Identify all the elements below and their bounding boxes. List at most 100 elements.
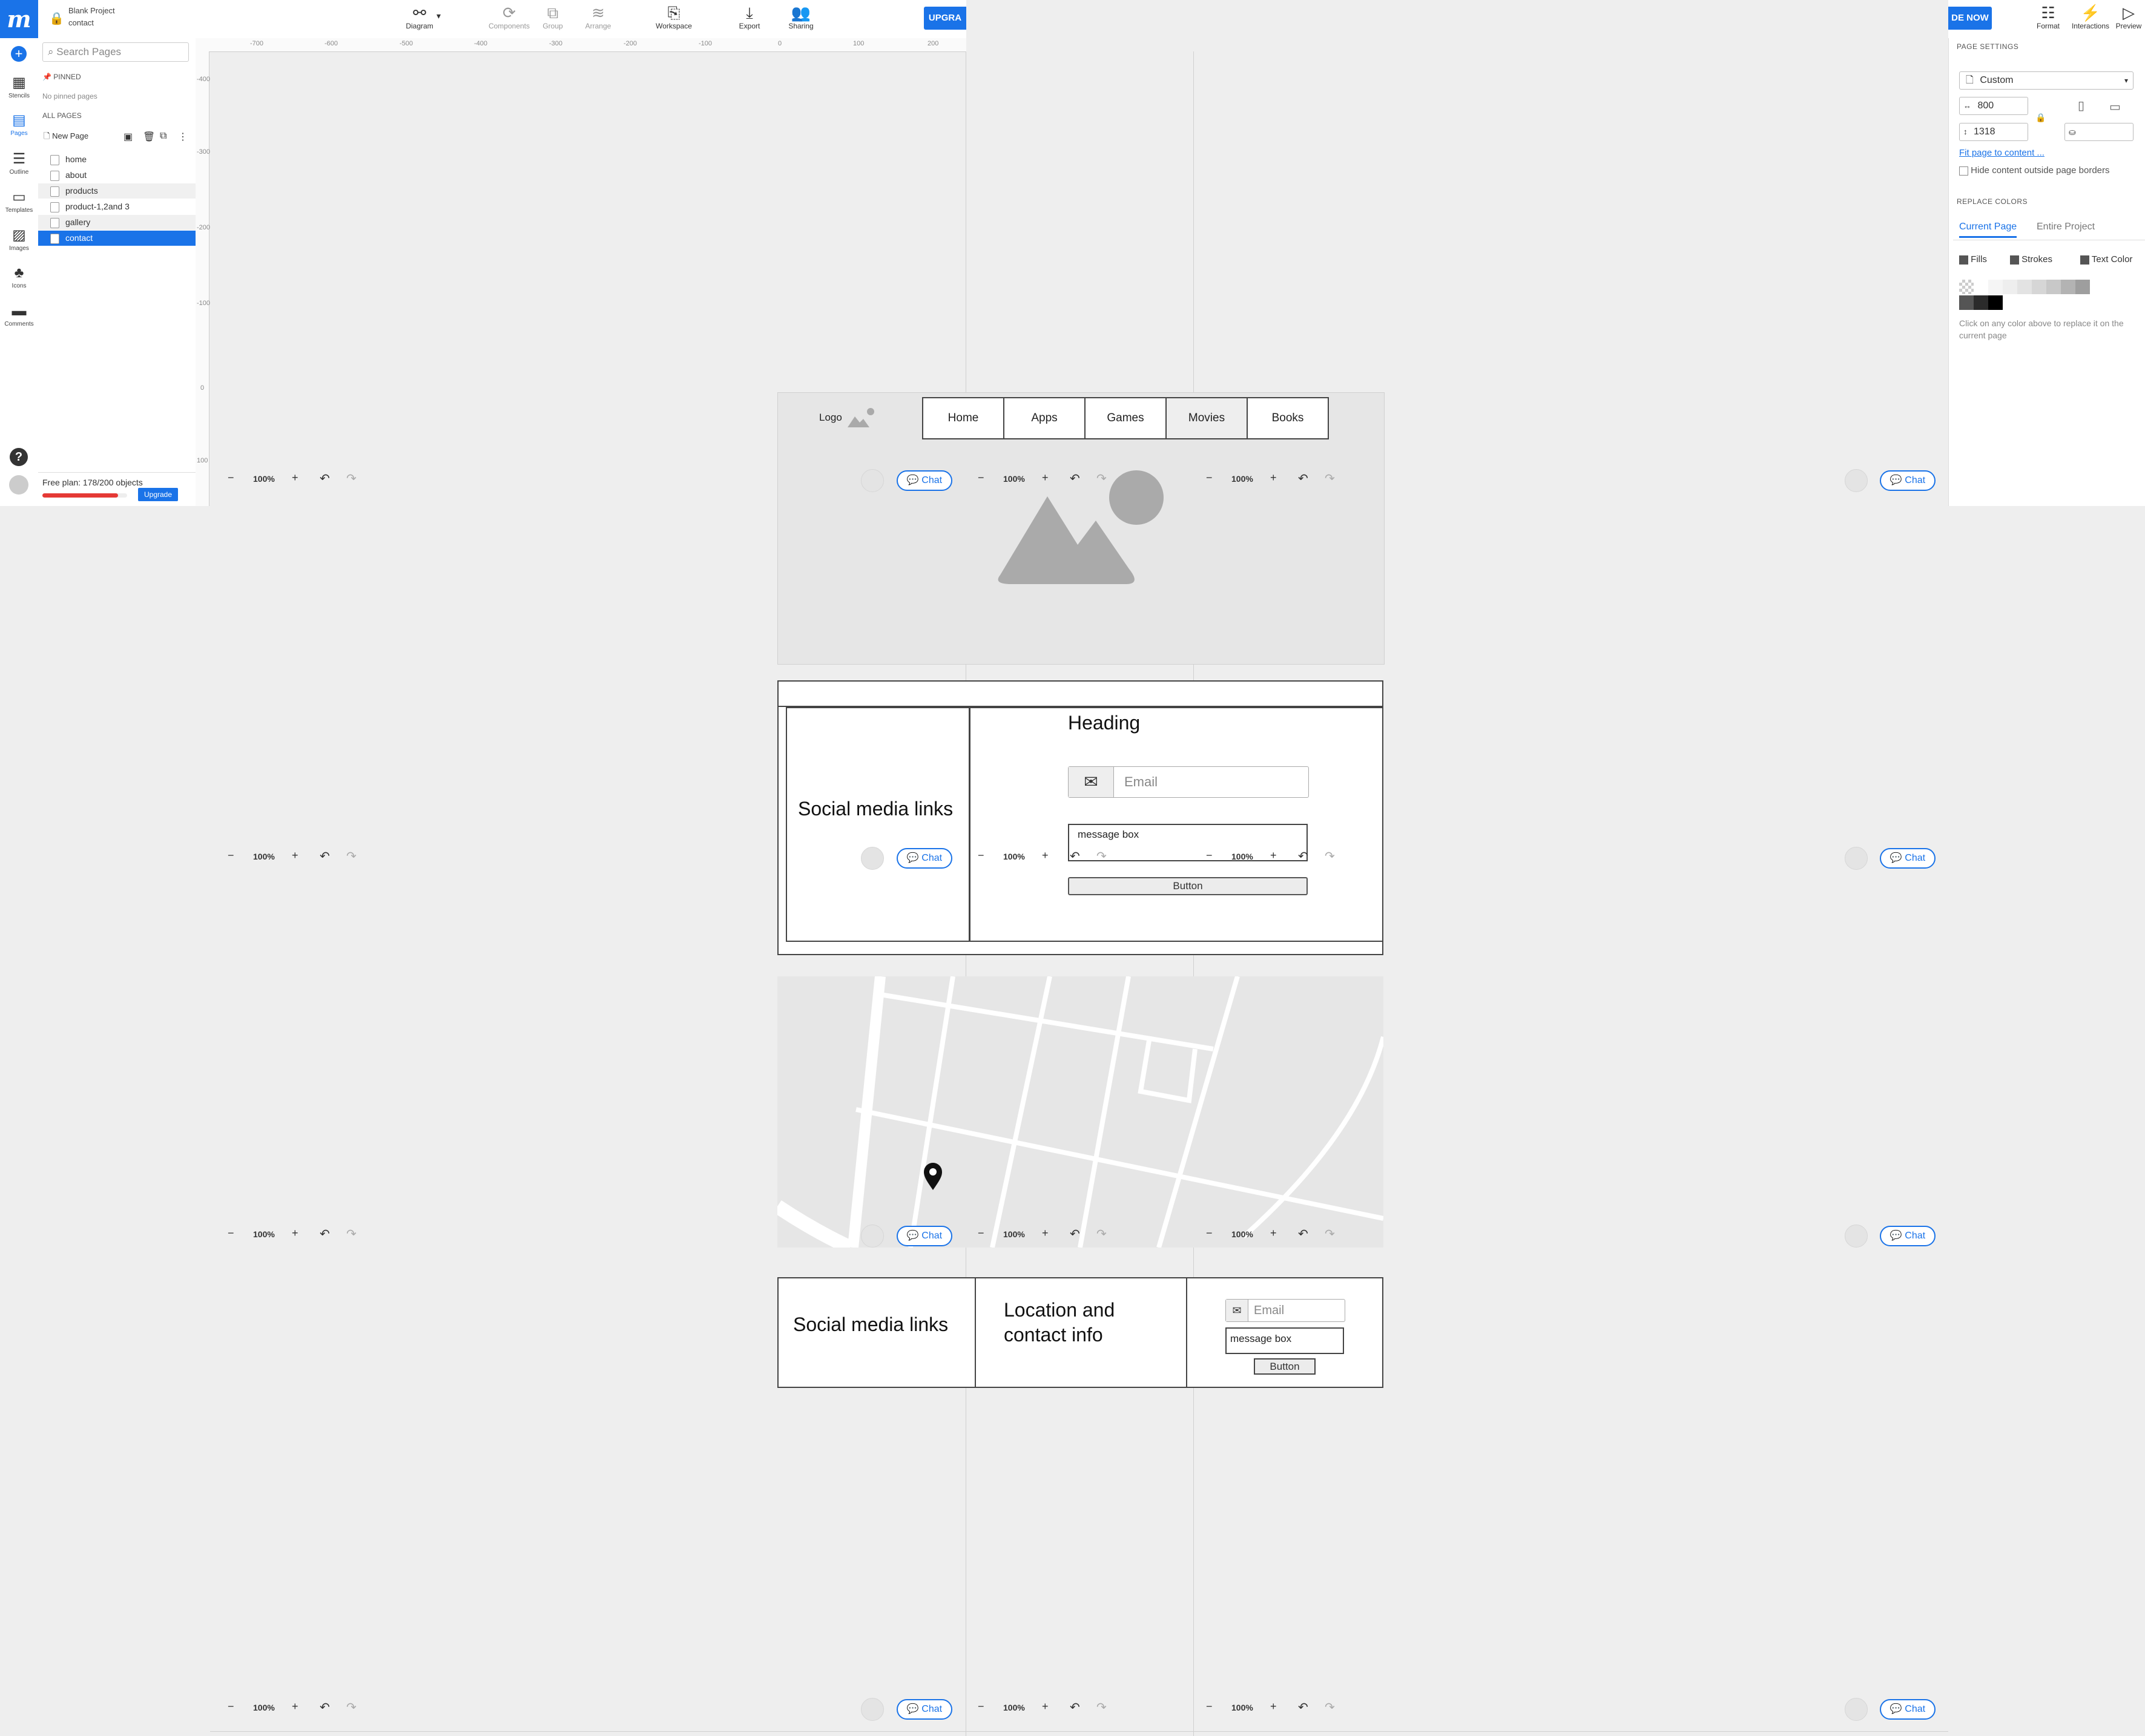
moqups-logo[interactable]: m bbox=[0, 0, 38, 38]
chat-button[interactable]: 💬 Chat bbox=[897, 470, 952, 491]
avatar[interactable] bbox=[1845, 1698, 1868, 1721]
undo-icon[interactable]: ↶ bbox=[1070, 1700, 1080, 1715]
avatar[interactable] bbox=[1845, 847, 1868, 870]
nav-books[interactable]: Books bbox=[1247, 397, 1329, 439]
avatar[interactable] bbox=[1845, 469, 1868, 492]
redo-icon[interactable]: ↷ bbox=[1096, 471, 1107, 486]
workspace-button[interactable]: ⎘ Workspace bbox=[644, 4, 704, 30]
undo-icon[interactable]: ↶ bbox=[320, 849, 330, 864]
color-swatch[interactable] bbox=[2032, 280, 2046, 294]
hide-content-checkbox[interactable]: Hide content outside page borders bbox=[1959, 165, 2110, 176]
zoom-out-button[interactable]: − bbox=[978, 1227, 984, 1240]
zoom-out-button[interactable]: − bbox=[1206, 849, 1213, 862]
color-swatch[interactable] bbox=[1959, 295, 1974, 310]
zoom-out-button[interactable]: − bbox=[978, 849, 984, 862]
color-swatch[interactable] bbox=[2061, 280, 2075, 294]
rail-comments[interactable]: ▬ Comments bbox=[0, 303, 38, 328]
undo-icon[interactable]: ↶ bbox=[1070, 1226, 1080, 1241]
nav-games[interactable]: Games bbox=[1084, 397, 1167, 439]
redo-icon[interactable]: ↷ bbox=[1325, 1226, 1335, 1241]
color-swatch[interactable] bbox=[2017, 280, 2032, 294]
chevron-down-icon[interactable]: ▾ bbox=[437, 11, 441, 21]
upgrade-now-button-right[interactable]: DE NOW bbox=[1948, 7, 1992, 30]
redo-icon[interactable]: ↷ bbox=[1096, 1226, 1107, 1241]
logo-image-icon[interactable] bbox=[846, 406, 875, 430]
color-swatch[interactable] bbox=[2046, 280, 2061, 294]
components-button[interactable]: ⟳ Components bbox=[479, 4, 539, 30]
portrait-icon[interactable]: ▯ bbox=[2078, 98, 2084, 113]
zoom-out-button[interactable]: − bbox=[1206, 1227, 1213, 1240]
chat-button[interactable]: 💬 Chat bbox=[897, 848, 952, 869]
page-item-home[interactable]: home bbox=[38, 152, 196, 167]
redo-icon[interactable]: ↷ bbox=[346, 849, 357, 864]
rail-stencils[interactable]: ▦ Stencils bbox=[0, 75, 38, 100]
arrange-button[interactable]: ≋ Arrange bbox=[577, 4, 619, 30]
avatar[interactable] bbox=[1845, 1225, 1868, 1248]
user-avatar-icon[interactable] bbox=[9, 475, 28, 495]
search-pages-input[interactable]: ⌕ Search Pages bbox=[42, 42, 189, 62]
zoom-in-button[interactable]: + bbox=[1042, 1700, 1049, 1713]
zoom-out-button[interactable]: − bbox=[978, 1700, 984, 1713]
preview-button[interactable]: ▷ Preview bbox=[2110, 4, 2145, 30]
upgrade-now-button[interactable]: UPGRA bbox=[924, 7, 966, 30]
redo-icon[interactable]: ↷ bbox=[1325, 471, 1335, 486]
rail-images[interactable]: ▨ Images bbox=[0, 228, 38, 252]
map-pin-icon[interactable] bbox=[923, 1162, 943, 1191]
zoom-in-button[interactable]: + bbox=[1270, 472, 1277, 484]
avatar[interactable] bbox=[861, 1225, 884, 1248]
export-button[interactable]: ⤓ Export bbox=[728, 4, 771, 30]
footer-email-field[interactable]: ✉ Email bbox=[1225, 1299, 1345, 1322]
group-button[interactable]: ⧉ Group bbox=[535, 4, 571, 30]
transparent-swatch[interactable] bbox=[1959, 280, 1974, 294]
help-icon[interactable]: ? bbox=[10, 448, 28, 466]
lock-ratio-icon[interactable]: 🔒 bbox=[2035, 113, 2046, 123]
redo-icon[interactable]: ↷ bbox=[346, 1700, 357, 1715]
redo-icon[interactable]: ↷ bbox=[346, 471, 357, 486]
nav-apps[interactable]: Apps bbox=[1003, 397, 1086, 439]
nav-home[interactable]: Home bbox=[922, 397, 1004, 439]
logo-text[interactable]: Logo bbox=[819, 412, 842, 424]
undo-icon[interactable]: ↶ bbox=[1070, 849, 1080, 864]
chat-button[interactable]: 💬 Chat bbox=[1880, 1699, 1936, 1720]
rail-templates[interactable]: ▭ Templates bbox=[0, 189, 38, 214]
zoom-out-button[interactable]: − bbox=[1206, 472, 1213, 484]
zoom-in-button[interactable]: + bbox=[1042, 849, 1049, 862]
undo-icon[interactable]: ↶ bbox=[320, 1700, 330, 1715]
undo-icon[interactable]: ↶ bbox=[320, 471, 330, 486]
zoom-out-button[interactable]: − bbox=[228, 472, 234, 484]
sharing-button[interactable]: 👥 Sharing bbox=[774, 4, 828, 30]
upgrade-plan-button[interactable]: Upgrade bbox=[138, 488, 178, 501]
duplicate-icon[interactable]: ⧉ bbox=[160, 131, 166, 142]
fills-checkbox[interactable]: Fills bbox=[1959, 254, 1987, 265]
avatar[interactable] bbox=[861, 469, 884, 492]
color-swatch[interactable] bbox=[2003, 280, 2017, 294]
color-swatch[interactable] bbox=[2075, 280, 2090, 294]
rail-outline[interactable]: ☰ Outline bbox=[0, 151, 38, 176]
page-item-products[interactable]: products bbox=[38, 183, 196, 199]
zoom-in-button[interactable]: + bbox=[1270, 849, 1277, 862]
footer-social-links[interactable]: Social media links bbox=[793, 1314, 948, 1336]
color-swatch[interactable] bbox=[1988, 280, 2003, 294]
interactions-button[interactable]: ⚡ Interactions bbox=[2066, 4, 2115, 30]
redo-icon[interactable]: ↷ bbox=[1325, 1700, 1335, 1715]
lock-icon[interactable]: 🔒 bbox=[49, 11, 64, 26]
rail-icons[interactable]: ♣ Icons bbox=[0, 265, 38, 290]
page-fill-color[interactable]: ⛀ bbox=[2064, 123, 2133, 141]
color-swatch[interactable] bbox=[1988, 295, 2003, 310]
undo-icon[interactable]: ↶ bbox=[1298, 849, 1308, 864]
avatar[interactable] bbox=[861, 1698, 884, 1721]
social-links-text[interactable]: Social media links bbox=[798, 798, 953, 820]
zoom-out-button[interactable]: − bbox=[228, 1700, 234, 1713]
page-item-about[interactable]: about bbox=[38, 168, 196, 183]
undo-icon[interactable]: ↶ bbox=[1298, 1700, 1308, 1715]
zoom-in-button[interactable]: + bbox=[292, 1700, 298, 1713]
zoom-in-button[interactable]: + bbox=[1042, 1227, 1049, 1240]
redo-icon[interactable]: ↷ bbox=[346, 1226, 357, 1241]
footer-submit-button[interactable]: Button bbox=[1254, 1358, 1316, 1375]
more-icon[interactable]: ⋮ bbox=[178, 131, 188, 143]
landscape-icon[interactable]: ▭ bbox=[2109, 99, 2121, 114]
zoom-out-button[interactable]: − bbox=[228, 1227, 234, 1240]
delete-icon[interactable]: 🗑 bbox=[143, 131, 155, 143]
fit-page-link[interactable]: Fit page to content ... bbox=[1959, 148, 2045, 158]
chat-button[interactable]: 💬 Chat bbox=[897, 1699, 952, 1720]
